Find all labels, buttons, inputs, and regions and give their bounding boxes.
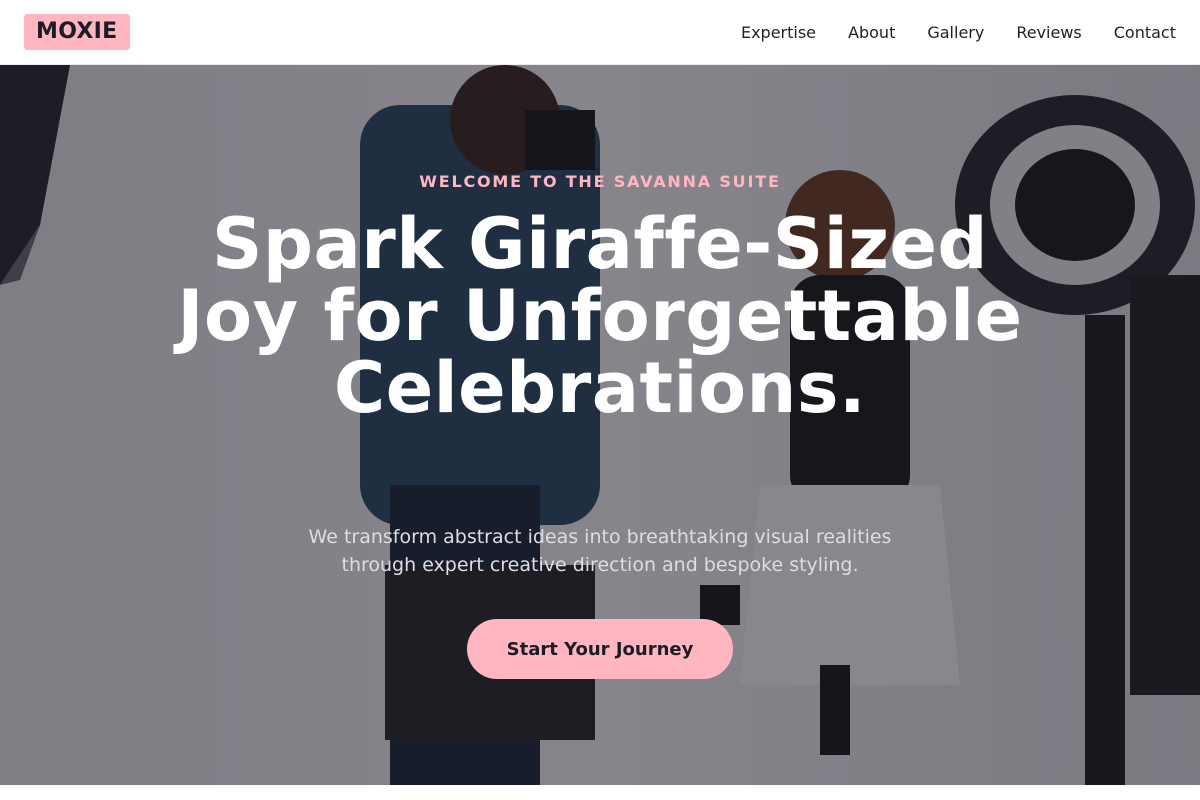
nav-link-about[interactable]: About bbox=[848, 23, 895, 42]
page-bottom-strip bbox=[0, 785, 1200, 800]
nav-link-contact[interactable]: Contact bbox=[1114, 23, 1176, 42]
main-nav: Expertise About Gallery Reviews Contact bbox=[709, 0, 1176, 64]
hero-subtext: We transform abstract ideas into breatht… bbox=[308, 526, 892, 576]
hero-section: WELCOME TO THE SAVANNA SUITE Spark Giraf… bbox=[0, 65, 1200, 785]
nav-link-reviews[interactable]: Reviews bbox=[1016, 23, 1081, 42]
nav-link-expertise[interactable]: Expertise bbox=[741, 23, 816, 42]
logo[interactable]: MOXIE bbox=[24, 14, 130, 50]
nav-link-gallery[interactable]: Gallery bbox=[927, 23, 984, 42]
hero-headline: Spark Giraffe-Sized Joy for Unforgettabl… bbox=[177, 203, 1023, 429]
site-header: MOXIE Expertise About Gallery Reviews Co… bbox=[0, 0, 1200, 65]
hero-content: WELCOME TO THE SAVANNA SUITE Spark Giraf… bbox=[0, 65, 1200, 785]
start-journey-button[interactable]: Start Your Journey bbox=[467, 619, 733, 679]
hero-eyebrow: WELCOME TO THE SAVANNA SUITE bbox=[419, 172, 781, 191]
